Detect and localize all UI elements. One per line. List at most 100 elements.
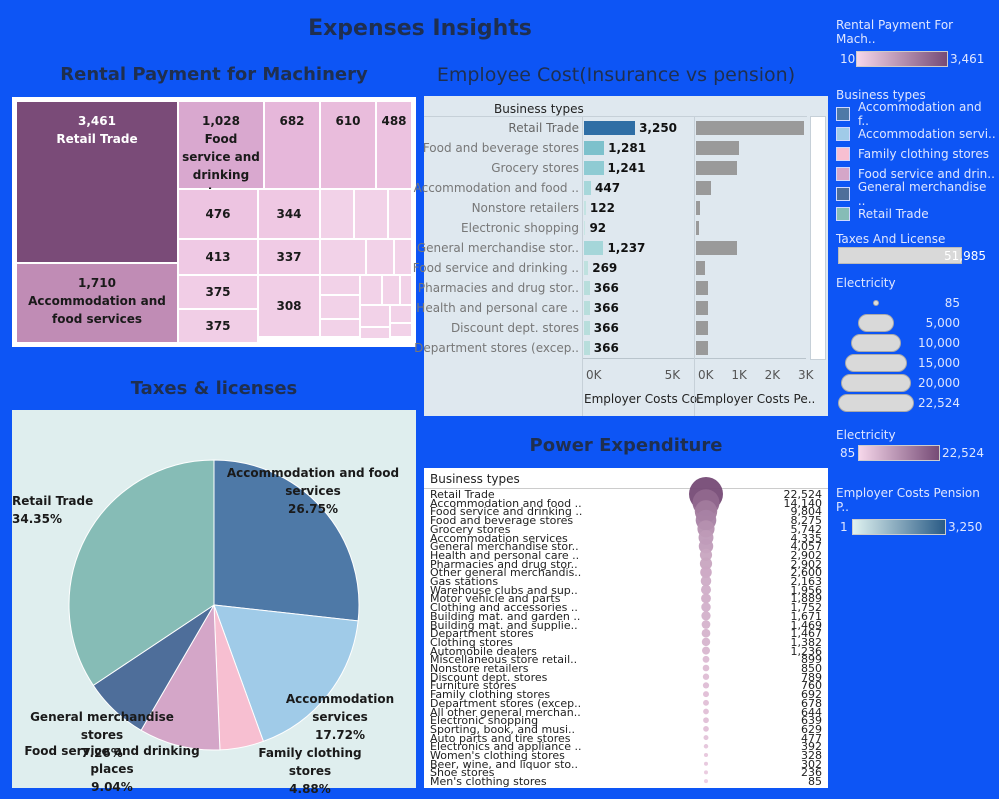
legend-swatch	[836, 127, 850, 141]
pie-label-percent: 26.75%	[288, 502, 338, 516]
legend-electricity-label: 15,000	[918, 356, 960, 370]
taxes-pie-chart: Accommodation and food services 26.75% Acc…	[12, 410, 416, 796]
legend-electricity-size: 85 5,000 10,000 15,000 20,000 22,524	[836, 294, 996, 416]
treemap-cell-small	[320, 295, 360, 319]
dashboard-title: Expenses Insights	[308, 16, 532, 41]
treemap-cell-value: 682	[279, 114, 305, 128]
employee-bar-pension	[696, 341, 709, 355]
employee-bar-value: 447	[595, 181, 621, 195]
legend-electricity-min: 85	[840, 446, 856, 460]
legend-business-item[interactable]: Accommodation servi..	[836, 124, 996, 144]
legend-taxes-value: 51,985	[944, 249, 986, 263]
legend-swatch	[836, 167, 850, 181]
legend-electricity-label: 85	[944, 296, 960, 310]
employee-separator	[694, 116, 695, 416]
employee-bar-insurance	[584, 161, 604, 175]
employee-bar-pension	[696, 301, 709, 315]
pie-label: General merchandise stores 7.26%	[12, 708, 192, 762]
treemap-cell-small	[360, 305, 390, 327]
legend-electricity-bubble	[873, 300, 879, 306]
legend-business-list: Accommodation and f.. Accommodation servi…	[836, 100, 996, 224]
employee-category-text: Food and beverage stores	[422, 141, 579, 155]
legend-pension-title: Employer Costs Pension P..	[836, 486, 980, 514]
treemap-cell: 308	[258, 275, 320, 337]
employee-category-text: Retail Trade	[508, 121, 579, 135]
treemap-cell-small	[394, 239, 412, 275]
employee-category-text: Accommodation and food ..	[413, 181, 579, 195]
treemap-cell: 1,028Food service and drinking places	[178, 101, 264, 200]
employee-category-label: General merchandise stor..	[417, 238, 579, 258]
treemap-cell-small	[320, 319, 360, 337]
treemap-cell-small	[320, 189, 354, 239]
legend-swatch	[836, 147, 850, 161]
employee-title: Employee Cost(Insurance vs pension)	[436, 64, 796, 86]
treemap-cell: 375	[178, 309, 258, 343]
legend-business-item[interactable]: Accommodation and f..	[836, 100, 996, 128]
employee-bar-insurance	[584, 321, 590, 335]
employee-axis2-label: Employer Costs Pe..	[696, 392, 816, 406]
treemap-cell: 337	[258, 239, 320, 275]
treemap-cell-small	[366, 239, 394, 275]
legend-electricity-label: 22,524	[918, 396, 960, 410]
treemap-cell-value: 308	[276, 299, 302, 313]
employee-bar-value: 1,237	[607, 241, 646, 255]
legend-rental-max: 3,461	[950, 52, 985, 66]
legend-electricity-bubble	[841, 374, 911, 392]
legend-pension-gradient	[852, 519, 946, 535]
employee-bar-pension	[696, 321, 709, 335]
treemap-cell-small	[388, 189, 412, 239]
pie-label: Family clothing stores 4.88%	[240, 744, 380, 798]
employee-bar-value: 1,241	[607, 161, 646, 175]
employee-bar-pension	[696, 221, 700, 235]
legend-swatch	[836, 107, 850, 121]
treemap-cell-value: 375	[205, 285, 231, 299]
legend-electricity-gradient	[858, 445, 940, 461]
legend-rental-title: Rental Payment For Mach..	[836, 18, 954, 46]
employee-category-text: Health and personal care ..	[416, 301, 579, 315]
treemap-cell-small	[400, 275, 412, 305]
employee-bar-insurance	[584, 181, 592, 195]
employee-category-text: Nonstore retailers	[471, 201, 579, 215]
treemap-cell-small	[360, 327, 390, 339]
employee-bar-insurance	[584, 341, 590, 355]
legend-electricity-max: 22,524	[942, 446, 984, 460]
treemap-cell-value: 375	[205, 319, 231, 333]
employee-category-label: Accommodation and food ..	[414, 178, 579, 198]
rental-title: Rental Payment for Machinery	[60, 64, 368, 85]
pie-label-category: Accommodation and food services	[226, 466, 400, 498]
treemap-cell-small	[320, 275, 360, 295]
pie-label-percent: 4.88%	[289, 782, 331, 796]
treemap-cell-value: 610	[335, 114, 361, 128]
legend-business-label: Accommodation servi..	[858, 127, 996, 141]
employee-category-label: Grocery stores	[424, 158, 579, 178]
employee-axis2-tick: 3K	[798, 368, 814, 382]
treemap-cell: 488	[376, 101, 412, 189]
employee-bar-pension	[696, 241, 738, 255]
legend-business-item[interactable]: Family clothing stores	[836, 144, 996, 164]
treemap-cell: 413	[178, 239, 258, 275]
treemap-cell-small	[382, 275, 400, 305]
treemap-cell: 476	[178, 189, 258, 239]
legend-swatch	[836, 187, 850, 201]
employee-category-label: Nonstore retailers	[424, 198, 579, 218]
treemap-cell-value: 413	[205, 250, 231, 264]
treemap-cell-small	[390, 305, 412, 323]
employee-separator	[582, 116, 583, 416]
employee-category-label: Department stores (excep..	[414, 338, 579, 358]
employee-category-label: Pharmacies and drug stor..	[418, 278, 579, 298]
employee-category-text: General merchandise stor..	[416, 241, 579, 255]
legend-rental-min: 10	[840, 52, 856, 66]
employee-category-text: Department stores (excep..	[414, 341, 579, 355]
legend-business-label: Accommodation and f..	[857, 100, 982, 128]
employee-bar-pension	[696, 161, 738, 175]
employee-scrollbar[interactable]	[810, 116, 826, 360]
legend-pension-min: 1	[840, 520, 848, 534]
legend-business-item[interactable]: General merchandise ..	[836, 180, 996, 208]
employee-category-label: Food and beverage stores	[422, 138, 579, 158]
employee-bar-value: 122	[589, 201, 615, 215]
employee-bar-insurance	[584, 241, 604, 255]
pie-label-percent: 17.72%	[315, 728, 365, 742]
legend-electricity-label: 5,000	[925, 316, 960, 330]
pie-label-category: Retail Trade	[12, 494, 94, 508]
employee-bar-insurance	[584, 301, 590, 315]
